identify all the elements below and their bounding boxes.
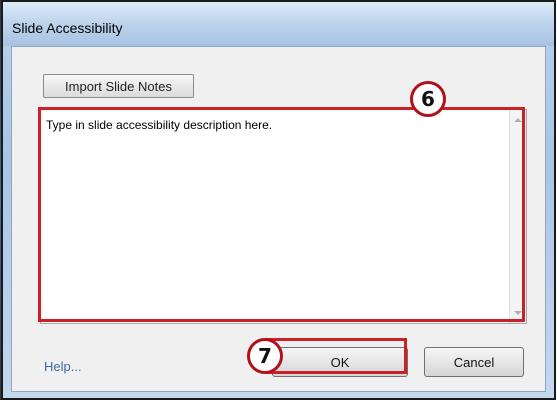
title-bar[interactable]: Slide Accessibility bbox=[3, 2, 554, 46]
textarea-highlight-box bbox=[38, 107, 525, 322]
step-7-callout: 7 bbox=[247, 338, 283, 374]
import-slide-notes-button[interactable]: Import Slide Notes bbox=[43, 74, 194, 98]
ok-button-highlight-box bbox=[266, 338, 407, 374]
cancel-button[interactable]: Cancel bbox=[424, 347, 524, 377]
step-6-callout: 6 bbox=[410, 81, 446, 117]
dialog-title: Slide Accessibility bbox=[12, 20, 123, 36]
help-link[interactable]: Help... bbox=[44, 359, 82, 374]
